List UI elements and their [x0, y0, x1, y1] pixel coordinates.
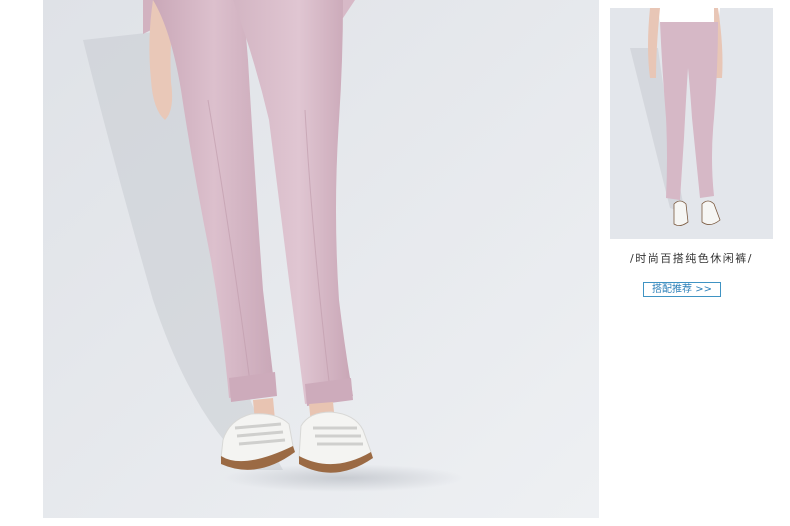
main-product-photo: [43, 0, 599, 518]
match-recommend-button[interactable]: 搭配推荐 >>: [643, 282, 721, 297]
thumbnail-caption: /时尚百搭纯色休闲裤/: [630, 252, 753, 265]
thumbnail-model-illustration: [610, 8, 773, 239]
pants-model-illustration: [43, 0, 599, 518]
thumbnail-image[interactable]: [610, 8, 773, 239]
